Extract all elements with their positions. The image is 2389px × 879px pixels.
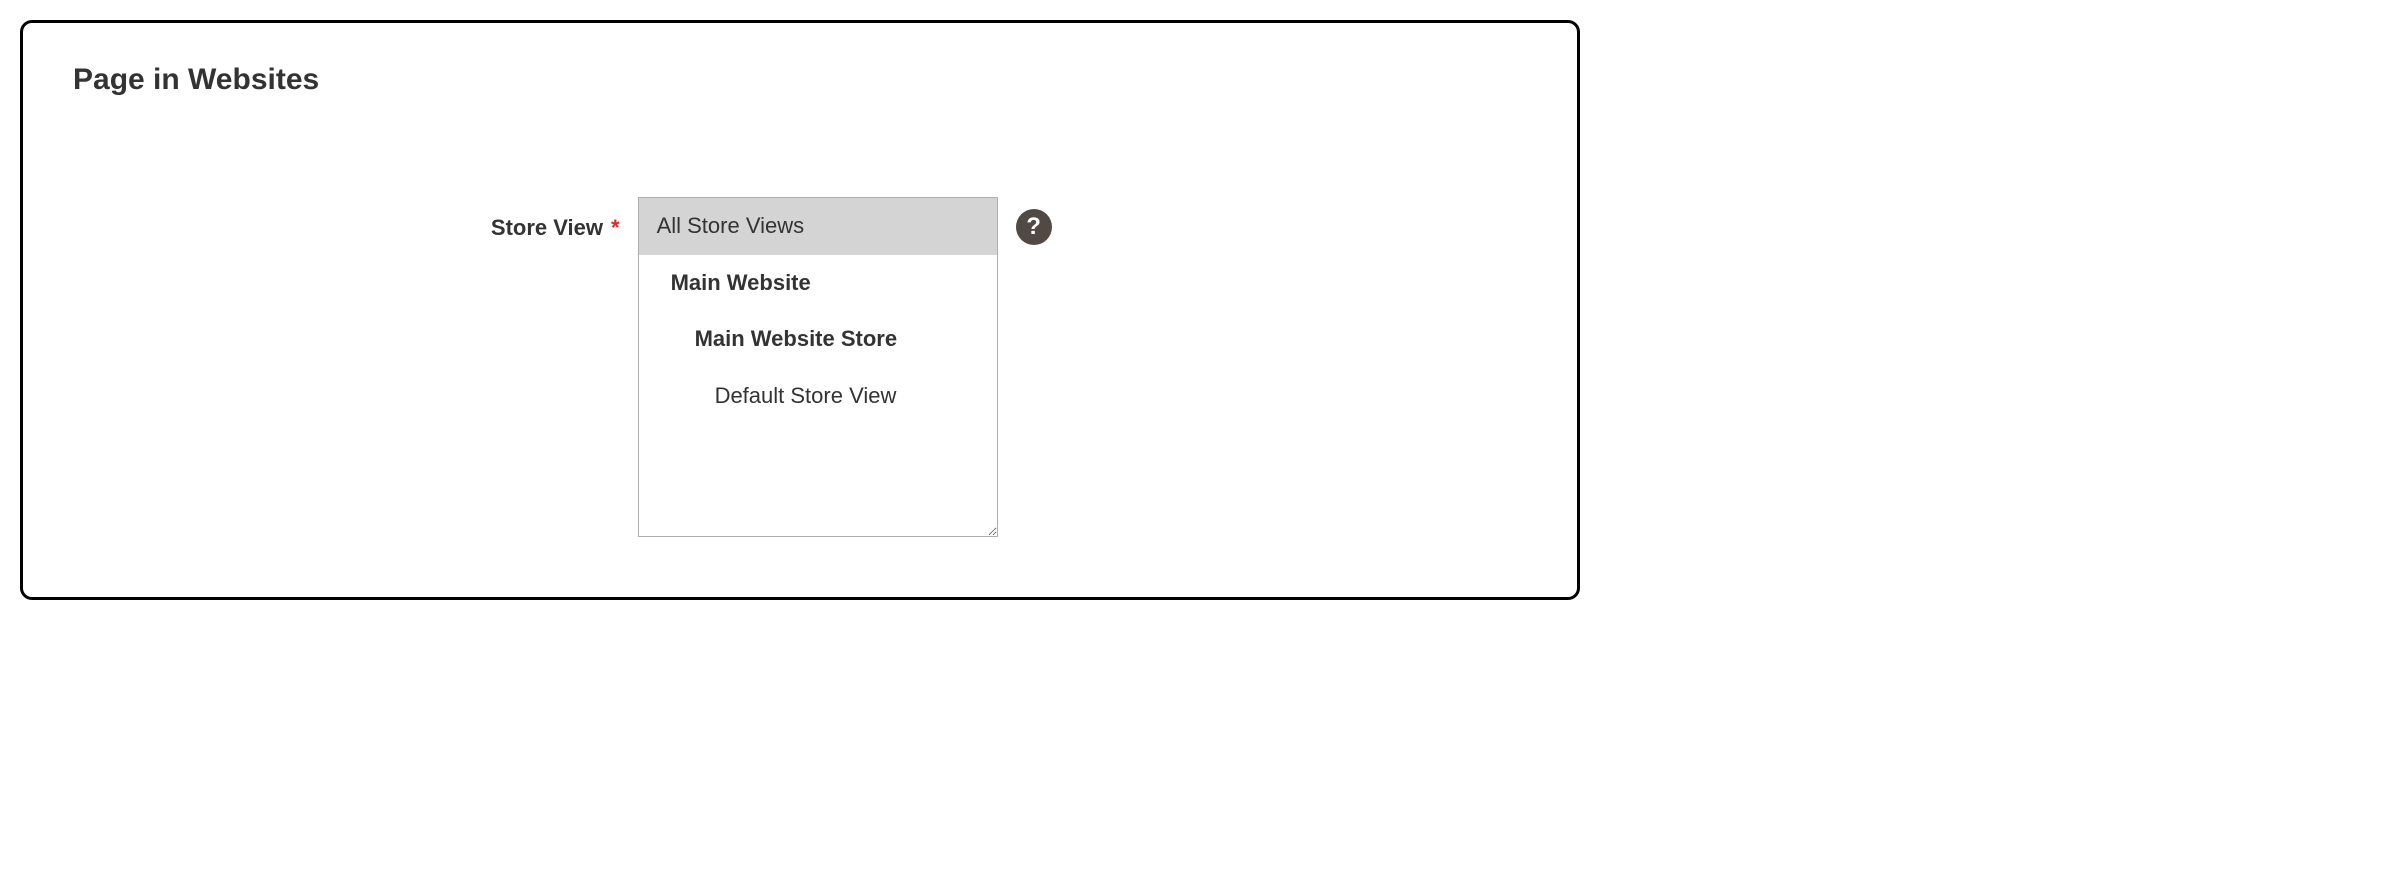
option-default-store-view[interactable]: Default Store View	[639, 368, 997, 425]
store-view-field: Store View * All Store Views Main Websit…	[423, 197, 1527, 537]
page-in-websites-panel: Page in Websites Store View * All Store …	[20, 20, 1580, 600]
store-view-label: Store View	[423, 197, 603, 241]
store-view-select[interactable]: All Store Views Main Website Main Websit…	[638, 197, 998, 537]
section-title: Page in Websites	[73, 63, 1527, 97]
option-all-store-views[interactable]: All Store Views	[639, 198, 997, 255]
option-main-website-store[interactable]: Main Website Store	[639, 311, 997, 368]
option-main-website[interactable]: Main Website	[639, 255, 997, 312]
required-indicator: *	[611, 197, 620, 241]
help-icon-glyph: ?	[1026, 213, 1041, 241]
help-icon[interactable]: ?	[1016, 209, 1052, 245]
